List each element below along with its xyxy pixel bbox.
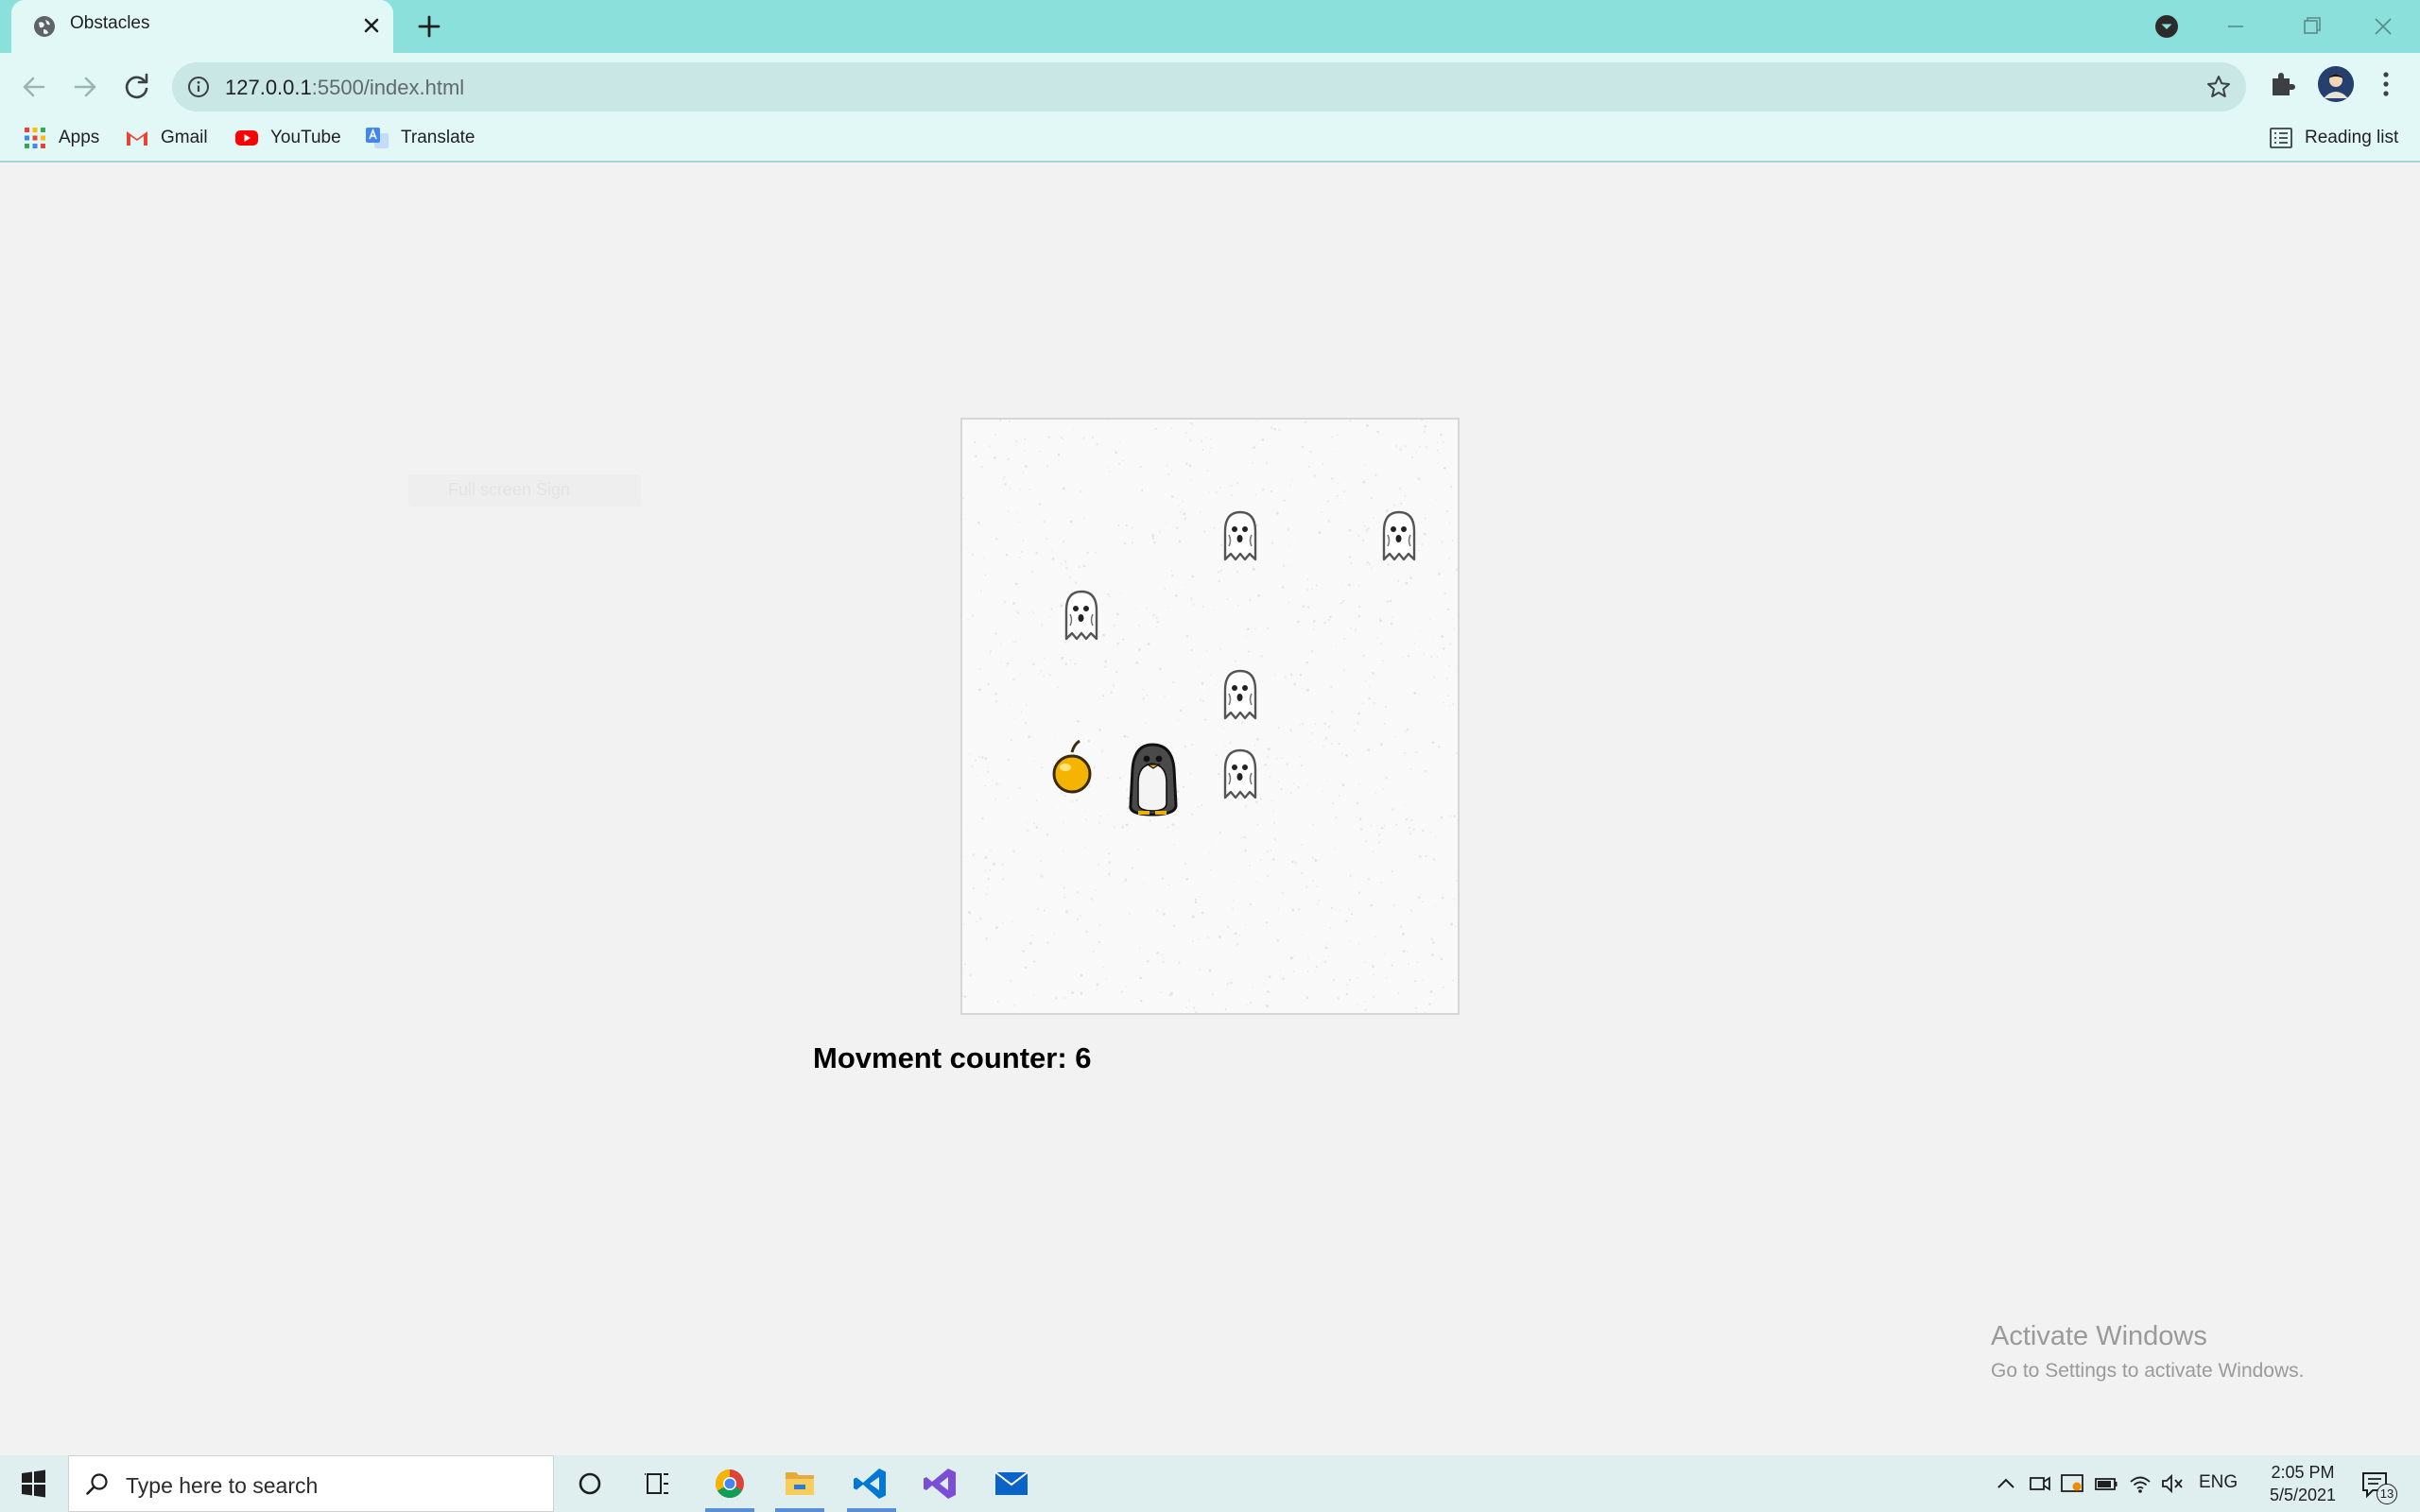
bookmark-gmail[interactable]: Gmail [125,123,208,153]
gmail-icon [127,131,147,146]
movement-counter: Movment counter: 6 [813,1041,1092,1075]
globe-icon [34,16,55,37]
ghost-obstacle [1223,510,1257,561]
youtube-icon [235,130,258,146]
page-content: Full screen Sign Movment counter: 6 Acti… [0,163,2420,1455]
address-bar[interactable]: 127.0.0.1:5500/index.html [172,62,2246,112]
restore-icon[interactable] [2288,8,2335,45]
cortana-button[interactable] [556,1455,624,1512]
chrome-icon [715,1469,744,1499]
minimize-icon[interactable] [2212,8,2259,45]
windows-start-icon[interactable] [0,1455,66,1512]
reading-list-label: Reading list [2305,128,2399,147]
url-host: 127.0.0.1 [225,76,312,99]
watermark-title: Activate Windows [1991,1321,2207,1351]
bookmarks-bar: Apps Gmail YouTube Translate Reading lis… [0,117,2420,159]
faded-hint-button[interactable]: Full screen Sign [408,474,641,507]
task-view-button[interactable] [624,1455,692,1512]
active-indicator [775,1508,824,1512]
vscode-icon [854,1469,886,1499]
info-icon[interactable] [187,76,210,98]
bookmark-star-icon[interactable] [2204,73,2233,101]
clock-date: 5/5/2021 [2269,1486,2337,1504]
avatar-image [2318,66,2354,102]
taskbar-chrome[interactable] [696,1455,764,1512]
active-indicator [847,1508,896,1512]
tab-title: Obstacles [70,13,150,33]
movement-counter-label: Movment counter: [813,1041,1076,1074]
chevron-up-icon[interactable] [1993,1470,2019,1497]
back-arrow-icon[interactable] [13,66,55,108]
movement-counter-value: 6 [1075,1041,1092,1074]
activate-windows-watermark: Activate Windows Go to Settings to activ… [1991,1321,2305,1383]
extensions-puzzle-icon[interactable] [2267,68,2299,100]
visual-studio-icon [924,1469,956,1499]
battery-icon[interactable] [2093,1470,2119,1497]
volume-muted-icon[interactable] [2159,1470,2186,1497]
active-indicator [705,1508,754,1512]
notification-count-badge: 13 [2377,1484,2397,1504]
reading-list-button[interactable]: Reading list [2269,123,2398,153]
cortana-icon [579,1472,601,1495]
taskbar-clock[interactable]: 2:05 PM 5/5/2021 [2259,1461,2346,1506]
mail-icon [994,1471,1028,1495]
penguin-player [1129,743,1178,816]
taskbar-mail[interactable] [977,1455,1046,1512]
golden-apple-goal [1052,739,1092,794]
folder-icon [786,1472,814,1495]
new-tab-icon[interactable] [414,11,444,42]
bookmark-youtube[interactable]: YouTube [234,123,341,153]
tab-search-icon[interactable] [2153,13,2180,40]
tab-strip: Obstacles [0,0,2420,53]
ghost-obstacle [1223,748,1257,799]
wifi-icon[interactable] [2127,1470,2153,1497]
game-board[interactable] [960,418,1460,1015]
ghost-obstacle [1382,510,1416,561]
taskbar-vscode[interactable] [838,1455,906,1512]
taskbar-visual-studio[interactable] [908,1455,976,1512]
profile-avatar[interactable] [2318,66,2354,102]
forward-arrow-icon[interactable] [64,66,106,108]
bookmark-label: Gmail [161,128,208,147]
clock-time: 2:05 PM [2271,1463,2335,1482]
ghost-obstacle [1223,669,1257,720]
windows-taskbar: Type here to search ENG 2:05 PM 5/5/2021… [0,1455,2420,1512]
window-close-icon[interactable] [2360,8,2407,45]
bookmark-label: Translate [401,128,475,147]
bookmark-label: Apps [59,128,100,147]
taskbar-file-explorer[interactable] [766,1455,834,1512]
input-language[interactable]: ENG [2199,1472,2238,1493]
search-placeholder: Type here to search [126,1473,319,1498]
translate-icon [366,128,389,148]
watermark-subtitle: Go to Settings to activate Windows. [1991,1360,2305,1382]
bookmark-apps[interactable]: Apps [23,123,99,153]
task-view-icon [645,1473,668,1494]
taskbar-search-input[interactable]: Type here to search [68,1455,554,1512]
url-path: :5500/index.html [311,76,465,99]
close-icon[interactable] [357,11,386,40]
search-icon [86,1473,108,1495]
bookmark-translate[interactable]: Translate [365,123,475,153]
meet-camera-icon[interactable] [2027,1470,2053,1497]
ghost-obstacle [1064,590,1098,641]
browser-toolbar: 127.0.0.1:5500/index.html Apps Gmail You… [0,53,2420,163]
kebab-menu-icon[interactable] [2375,68,2397,100]
reload-icon[interactable] [115,66,157,108]
url-text: 127.0.0.1:5500/index.html [225,76,464,100]
reading-list-icon [2270,128,2292,148]
app-tray-icon[interactable] [2059,1470,2085,1497]
apps-grid-icon [25,128,45,148]
faded-hint-text: Full screen Sign [448,480,571,499]
browser-tab[interactable]: Obstacles [11,0,393,53]
bookmark-label: YouTube [270,128,341,147]
